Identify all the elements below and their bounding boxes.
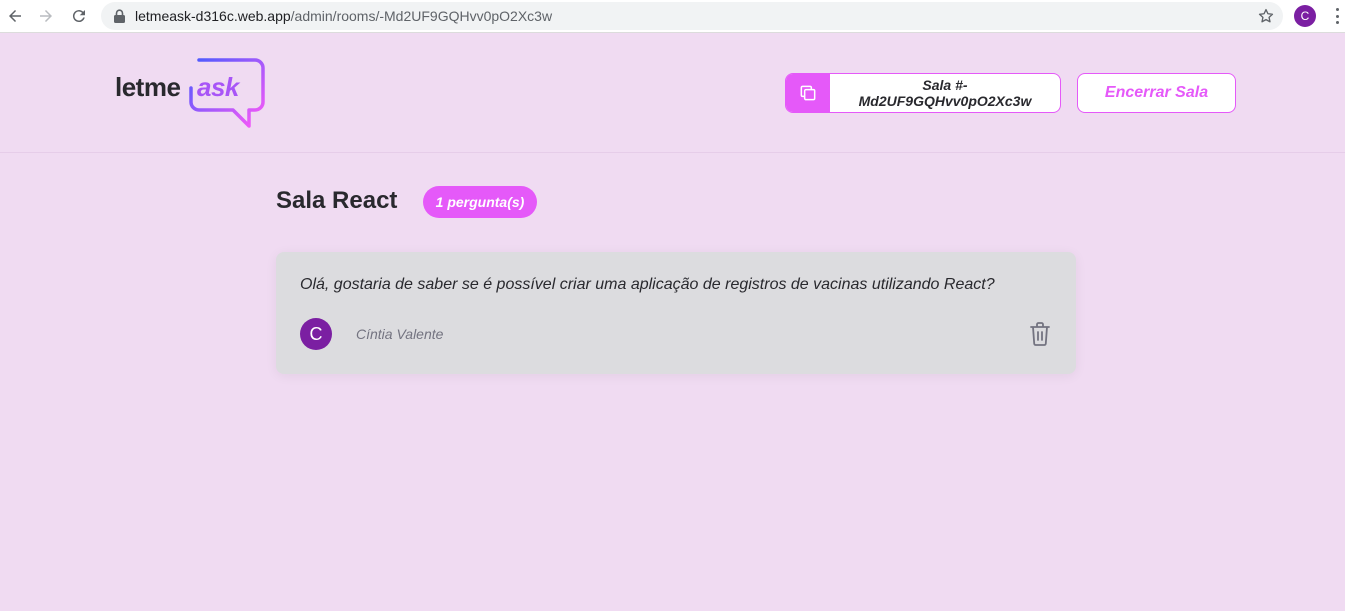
letmeask-logo[interactable]: letme ask bbox=[115, 58, 265, 130]
url-domain: letmeask-d316c.web.app bbox=[135, 8, 291, 24]
lock-icon bbox=[114, 9, 125, 23]
forward-button[interactable] bbox=[33, 3, 59, 29]
author-name: Cíntia Valente bbox=[356, 326, 444, 342]
back-button[interactable] bbox=[2, 3, 28, 29]
profile-avatar[interactable]: C bbox=[1294, 5, 1316, 27]
room-code-label: Sala #-Md2UF9GQHvv0pO2Xc3w bbox=[858, 77, 1032, 109]
arrow-left-icon bbox=[9, 10, 21, 22]
logo-text-letme: letme bbox=[115, 72, 181, 102]
star-icon[interactable] bbox=[1257, 7, 1275, 25]
room-code-button[interactable]: Sala #-Md2UF9GQHvv0pO2Xc3w bbox=[785, 73, 1061, 113]
logo-text-ask: ask bbox=[197, 72, 239, 102]
author-avatar: C bbox=[300, 318, 332, 350]
question-card: Olá, gostaria de saber se é possível cri… bbox=[276, 252, 1076, 374]
copy-icon bbox=[800, 85, 816, 101]
question-content: Olá, gostaria de saber se é possível cri… bbox=[300, 276, 995, 293]
close-room-button[interactable]: Encerrar Sala bbox=[1077, 73, 1236, 113]
room-title: Sala React bbox=[276, 187, 398, 214]
browser-toolbar: letmeask-d316c.web.app/admin/rooms/-Md2U… bbox=[0, 0, 1345, 33]
url-path: /admin/rooms/-Md2UF9GQHvv0pO2Xc3w bbox=[290, 8, 553, 24]
app-header: letme ask Sala #-Md2UF9GQHvv0pO2Xc3w Enc… bbox=[0, 33, 1345, 153]
trash-icon[interactable] bbox=[1028, 321, 1052, 347]
question-count-badge: 1 pergunta(s) bbox=[423, 186, 537, 218]
reload-button[interactable] bbox=[66, 3, 92, 29]
url-text: letmeask-d316c.web.app/admin/rooms/-Md2U… bbox=[135, 8, 552, 24]
arrow-right-icon bbox=[40, 10, 52, 22]
address-bar[interactable]: letmeask-d316c.web.app/admin/rooms/-Md2U… bbox=[101, 2, 1283, 30]
browser-menu-icon[interactable] bbox=[1330, 7, 1344, 25]
reload-icon bbox=[72, 10, 85, 23]
copy-icon-box bbox=[786, 74, 830, 112]
